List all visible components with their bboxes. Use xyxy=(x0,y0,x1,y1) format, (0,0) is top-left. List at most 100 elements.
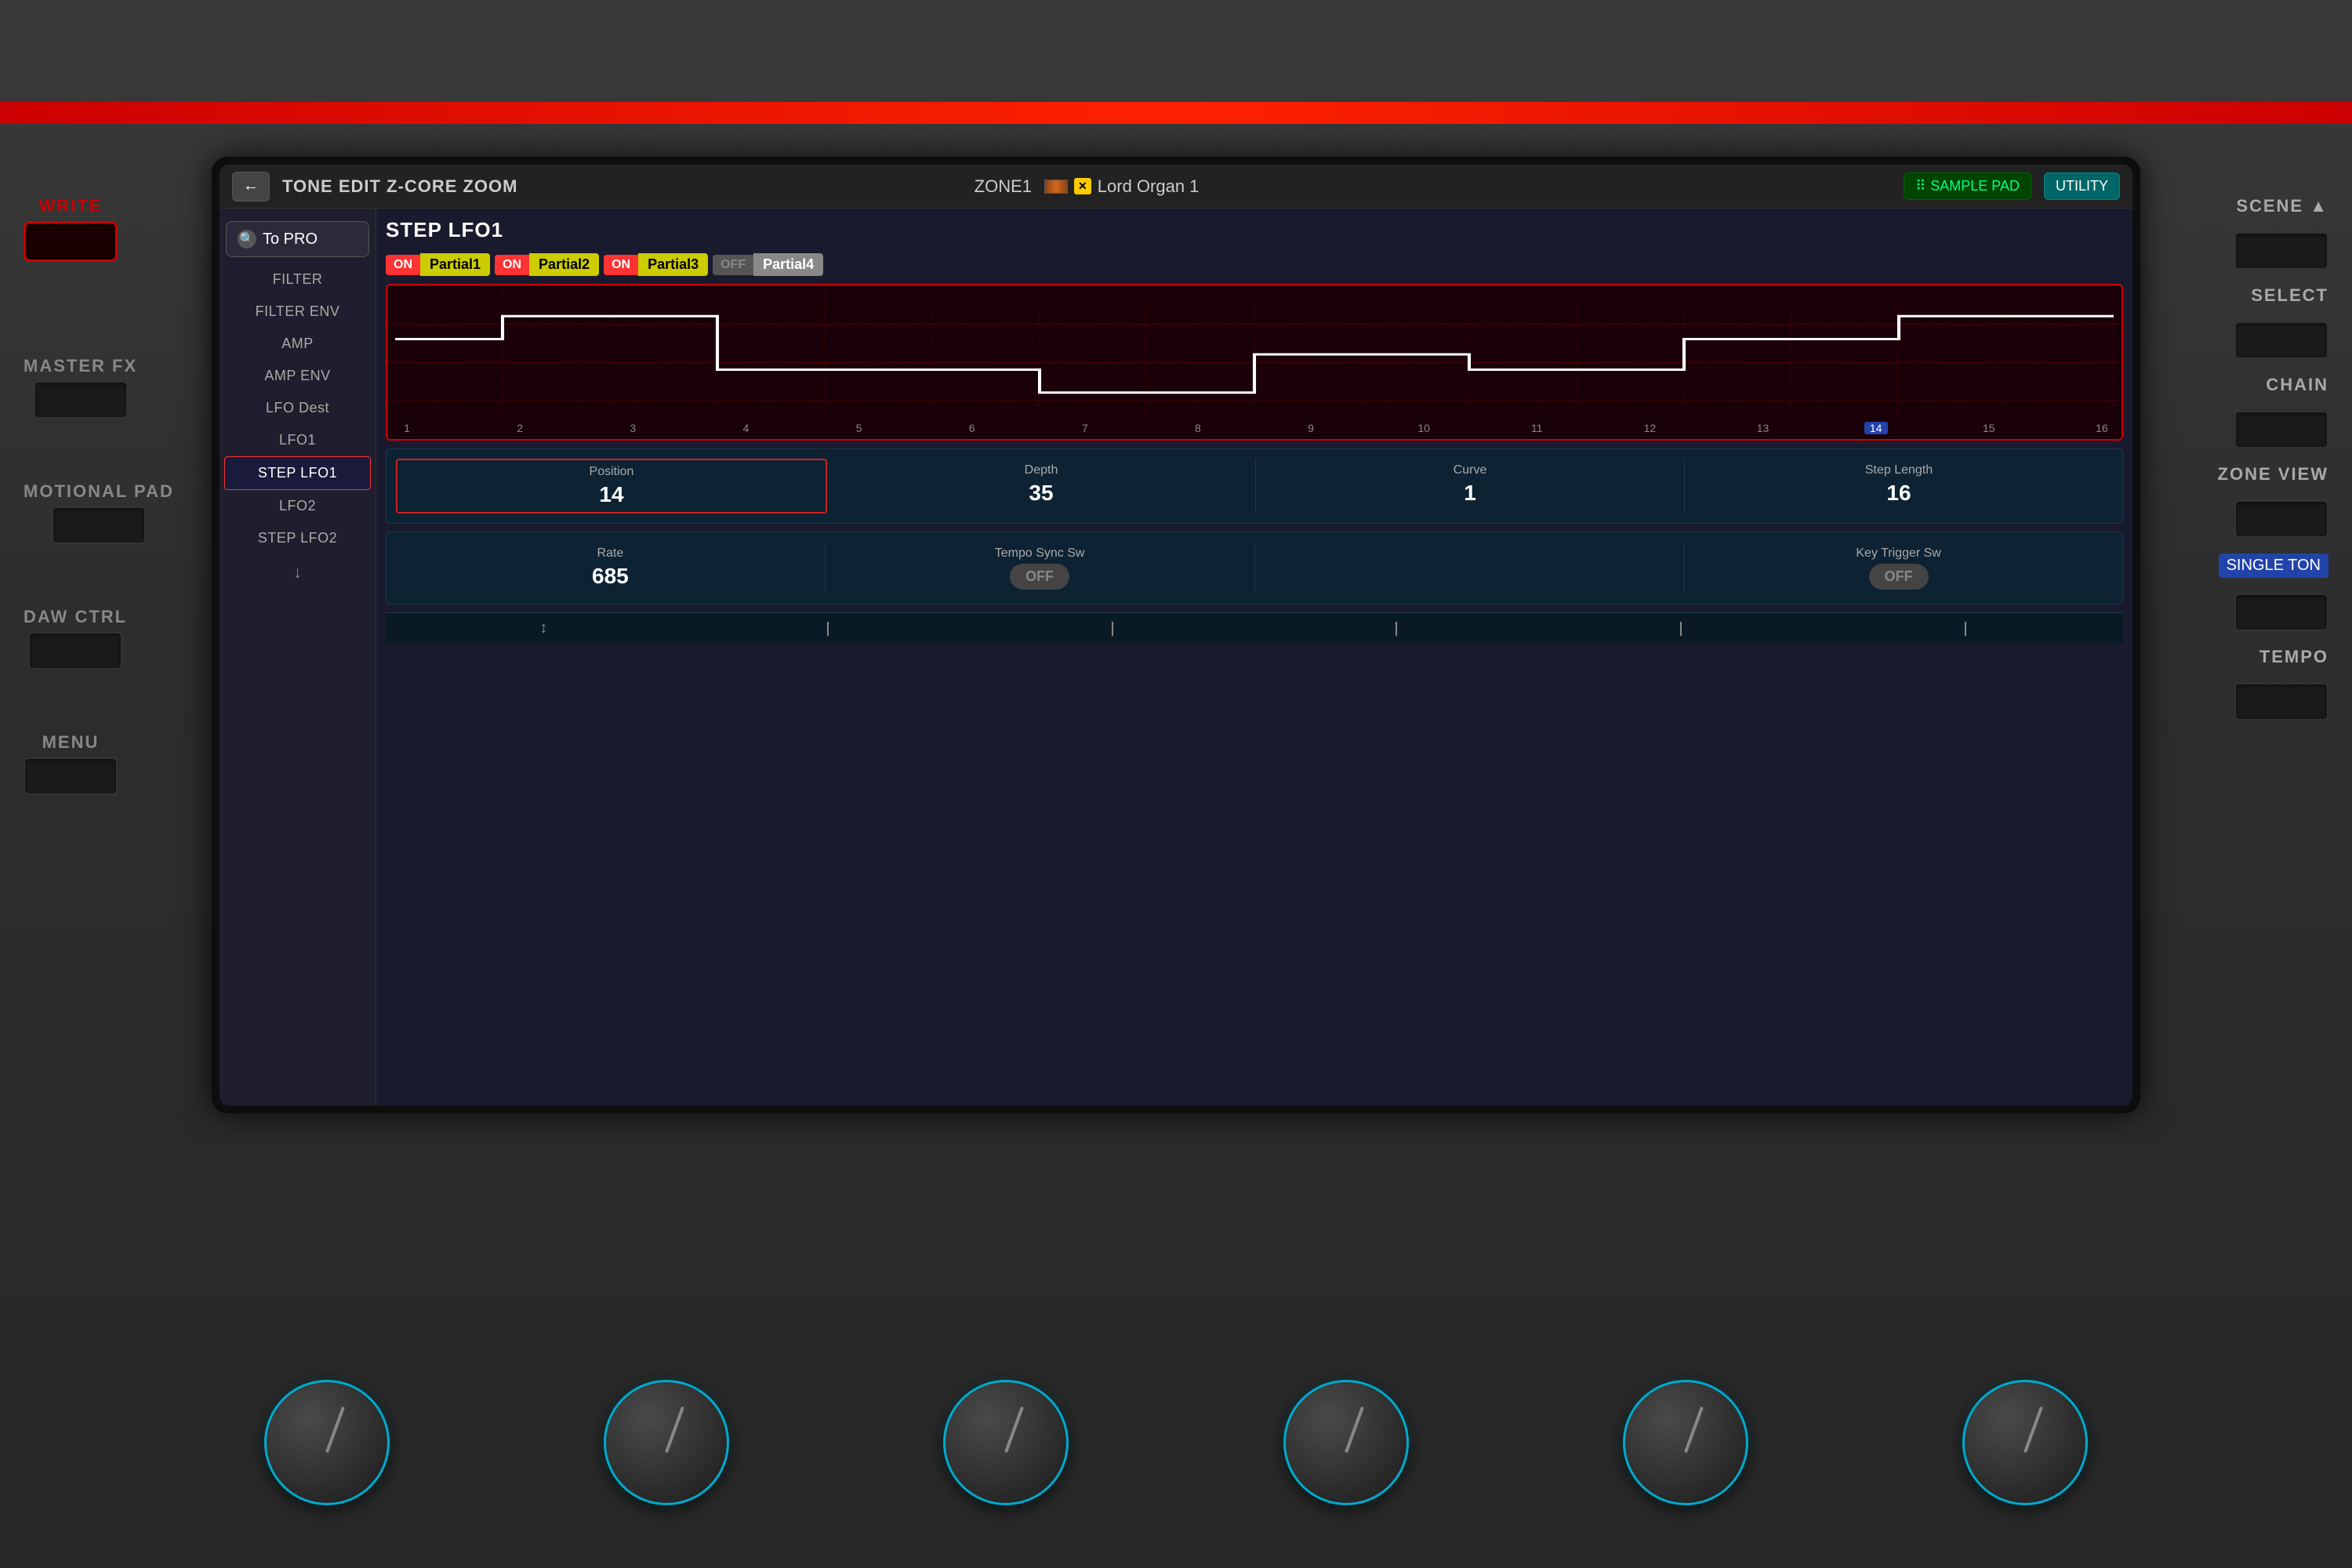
indicator-line-1 xyxy=(686,622,971,636)
master-fx-button[interactable] xyxy=(34,381,128,419)
motional-pad-button[interactable] xyxy=(52,506,146,544)
zone-view-button[interactable] xyxy=(2234,500,2328,538)
partial3-name[interactable]: Partial3 xyxy=(638,253,708,276)
screen: ← TONE EDIT Z-CORE ZOOM ZONE1 ✕ Lord Org… xyxy=(220,165,2132,1105)
sidebar-item-filter-env[interactable]: FILTER ENV xyxy=(220,296,376,328)
empty-cell xyxy=(1255,542,1685,594)
partial-group-4[interactable]: OFF Partial4 xyxy=(713,253,823,276)
param-row-1: Position 14 Depth 35 Curve 1 xyxy=(396,459,2113,514)
red-stripe xyxy=(0,102,2352,124)
step-num-14: 14 xyxy=(1864,422,1888,434)
param-panel-1: Position 14 Depth 35 Curve 1 xyxy=(386,448,2123,524)
step-num-11: 11 xyxy=(1525,422,1548,434)
knob-4[interactable] xyxy=(1283,1380,1409,1505)
rate-cell[interactable]: Rate 685 xyxy=(396,542,826,594)
tempo-sync-cell[interactable]: Tempo Sync Sw OFF xyxy=(826,542,1255,594)
partial1-name[interactable]: Partial1 xyxy=(420,253,490,276)
partial-tabs: ON Partial1 ON Partial2 ON Partial3 OF xyxy=(386,253,2123,276)
step-num-13: 13 xyxy=(1751,422,1775,434)
sidebar-item-step-lfo2[interactable]: STEP LFO2 xyxy=(220,522,376,554)
step-num-7: 7 xyxy=(1073,422,1097,434)
sample-pad-button[interactable]: ⠿ SAMPLE PAD xyxy=(1904,172,2031,200)
select-button[interactable] xyxy=(2234,321,2328,359)
master-fx-label: MASTER FX xyxy=(24,356,137,376)
screen-container: ← TONE EDIT Z-CORE ZOOM ZONE1 ✕ Lord Org… xyxy=(212,157,2140,1113)
back-button[interactable]: ← xyxy=(232,172,270,201)
key-trigger-cell[interactable]: Key Trigger Sw OFF xyxy=(1684,542,2113,594)
sidebar-item-step-lfo1[interactable]: STEP LFO1 xyxy=(224,456,371,490)
partial-group-2[interactable]: ON Partial2 xyxy=(495,253,599,276)
step-num-15: 15 xyxy=(1977,422,2001,434)
utility-button[interactable]: UTILITY xyxy=(2044,172,2120,200)
knob-1[interactable] xyxy=(264,1380,390,1505)
position-cell[interactable]: Position 14 xyxy=(396,459,827,514)
scene-button[interactable] xyxy=(2234,232,2328,270)
indicator-down: ↕ xyxy=(401,619,686,637)
partial1-on-badge: ON xyxy=(386,255,420,275)
write-button[interactable] xyxy=(24,221,118,262)
rate-label: Rate xyxy=(597,546,623,561)
sidebar-item-lfo1[interactable]: LFO1 xyxy=(220,424,376,456)
step-length-value: 16 xyxy=(1886,481,1911,506)
sidebar-item-amp-env[interactable]: AMP ENV xyxy=(220,360,376,392)
partial3-on-badge: ON xyxy=(604,255,638,275)
step-length-label: Step Length xyxy=(1865,463,1933,477)
curve-cell[interactable]: Curve 1 xyxy=(1256,459,1685,514)
indicator-line-3 xyxy=(1254,622,1539,636)
tempo-sync-label: Tempo Sync Sw xyxy=(995,546,1085,561)
curve-value: 1 xyxy=(1464,481,1476,506)
zone-view-label: ZONE VIEW xyxy=(2218,464,2328,485)
daw-ctrl-button[interactable] xyxy=(28,632,122,670)
header-zone: ZONE1 xyxy=(975,176,1032,197)
sample-pad-icon: ⠿ xyxy=(1915,178,1926,194)
sidebar: 🔍 To PRO FILTER FILTER ENV AMP AMP ENV L… xyxy=(220,209,376,1105)
knob-6[interactable] xyxy=(1962,1380,2088,1505)
depth-cell[interactable]: Depth 35 xyxy=(827,459,1256,514)
indicator-line-4 xyxy=(1539,622,1824,636)
step-num-1: 1 xyxy=(395,422,419,434)
depth-label: Depth xyxy=(1025,463,1058,477)
sidebar-item-filter[interactable]: FILTER xyxy=(220,263,376,296)
param-row-2: Rate 685 Tempo Sync Sw OFF Key Trigger S… xyxy=(396,542,2113,594)
key-trigger-toggle[interactable]: OFF xyxy=(1869,564,1929,590)
step-num-8: 8 xyxy=(1186,422,1210,434)
chain-button[interactable] xyxy=(2234,411,2328,448)
key-trigger-label: Key Trigger Sw xyxy=(1856,546,1940,561)
daw-ctrl-label: DAW CTRL xyxy=(24,607,127,627)
waveform-display[interactable]: 1 2 3 4 5 6 7 8 9 10 11 12 13 xyxy=(386,284,2123,441)
left-controls: WRITE MASTER FX MOTIONAL PAD DAW CTRL ME… xyxy=(24,196,174,795)
partial2-name[interactable]: Partial2 xyxy=(529,253,599,276)
to-pro-button[interactable]: 🔍 To PRO xyxy=(226,221,369,257)
step-numbers: 1 2 3 4 5 6 7 8 9 10 11 12 13 xyxy=(395,422,2114,434)
sidebar-item-lfo-dest[interactable]: LFO Dest xyxy=(220,392,376,424)
knob-3[interactable] xyxy=(943,1380,1069,1505)
step-num-3: 3 xyxy=(621,422,644,434)
waveform-svg xyxy=(395,293,2114,416)
sidebar-item-lfo2[interactable]: LFO2 xyxy=(220,490,376,522)
sidebar-down-arrow: ↓ xyxy=(220,554,376,590)
single-ton-button[interactable] xyxy=(2234,593,2328,631)
knobs-row xyxy=(157,1380,2195,1505)
indicator-line-5 xyxy=(1823,622,2107,636)
menu-button[interactable] xyxy=(24,757,118,795)
instrument-name: Lord Organ 1 xyxy=(1098,176,1200,197)
partial-group-1[interactable]: ON Partial1 xyxy=(386,253,490,276)
partial4-name[interactable]: Partial4 xyxy=(753,253,823,276)
position-value: 14 xyxy=(599,482,623,507)
param-panel-2: Rate 685 Tempo Sync Sw OFF Key Trigger S… xyxy=(386,532,2123,604)
knob-5[interactable] xyxy=(1623,1380,1748,1505)
curve-label: Curve xyxy=(1454,463,1487,477)
step-length-cell[interactable]: Step Length 16 xyxy=(1685,459,2113,514)
sidebar-item-amp[interactable]: AMP xyxy=(220,328,376,360)
tempo-button[interactable] xyxy=(2234,683,2328,720)
tempo-sync-toggle[interactable]: OFF xyxy=(1010,564,1069,590)
menu-label: MENU xyxy=(42,732,100,753)
select-label: SELECT xyxy=(2251,285,2328,306)
x-badge: ✕ xyxy=(1074,178,1091,194)
scene-label: SCENE ▲ xyxy=(2236,196,2328,216)
to-pro-label: To PRO xyxy=(263,230,318,249)
partial-group-3[interactable]: ON Partial3 xyxy=(604,253,708,276)
step-num-10: 10 xyxy=(1412,422,1436,434)
knob-2[interactable] xyxy=(604,1380,729,1505)
main-content: 🔍 To PRO FILTER FILTER ENV AMP AMP ENV L… xyxy=(220,209,2132,1105)
